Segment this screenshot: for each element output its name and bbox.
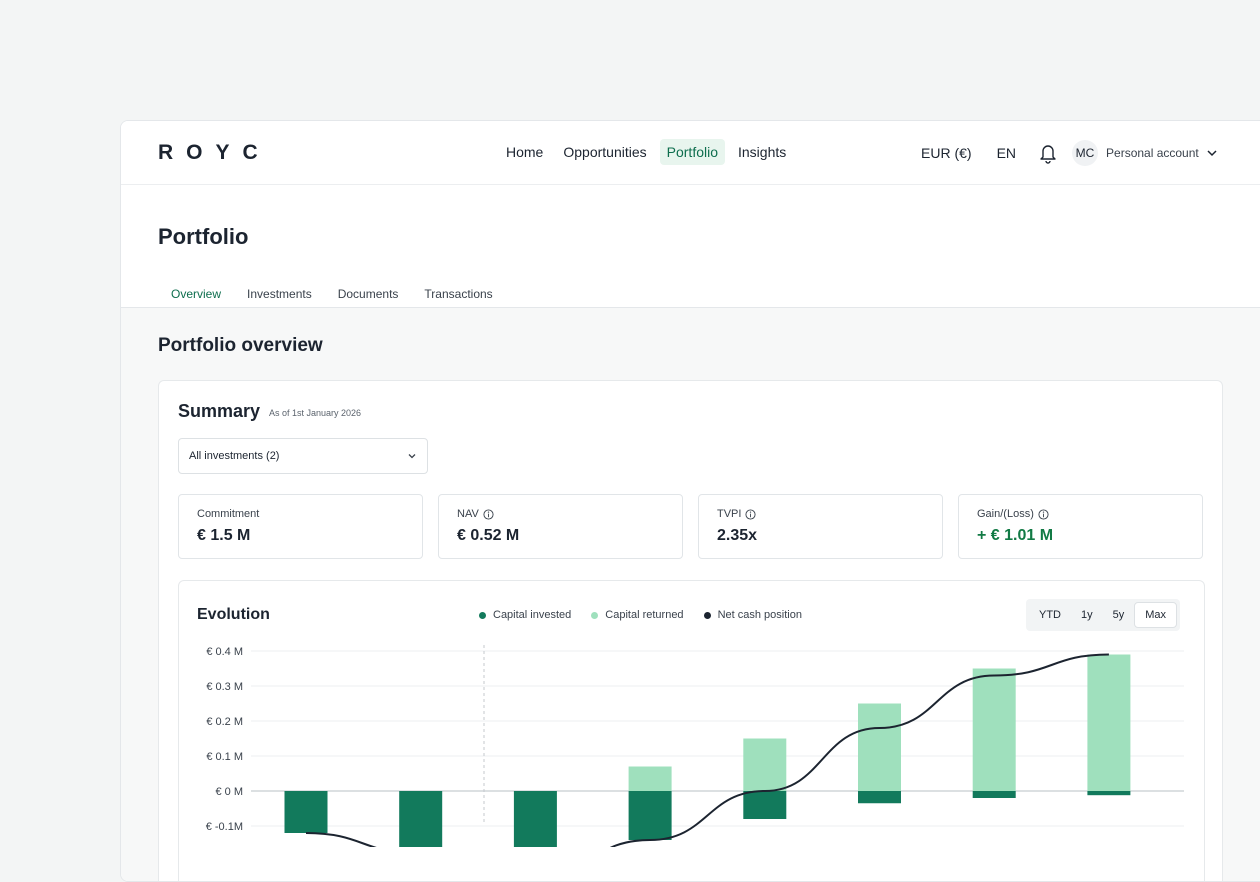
y-tick-label: € 0.4 M <box>206 646 243 658</box>
bar-capital-returned <box>743 738 787 791</box>
summary-card: Summary As of 1st January 2026 All inves… <box>158 380 1223 881</box>
filter-value: All investments (2) <box>189 450 280 462</box>
range-selector: YTD 1y 5y Max <box>1026 599 1181 631</box>
chevron-down-icon[interactable] <box>1207 148 1217 158</box>
kpi-gain-loss: Gain/(Loss) + € 1.01 M <box>958 494 1203 559</box>
evolution-title: Evolution <box>197 606 270 623</box>
bar-capital-invested <box>284 791 328 833</box>
evolution-card: Evolution Capital invested Capital retur… <box>178 580 1205 881</box>
bar-capital-invested <box>513 791 557 847</box>
bar-capital-returned <box>628 766 672 791</box>
account-menu[interactable]: Personal account <box>1106 146 1199 160</box>
kpi-label: TVPI <box>717 508 742 520</box>
chart-legend: Capital invested Capital returned Net ca… <box>479 609 802 621</box>
kpi-value: + € 1.01 M <box>977 527 1054 544</box>
info-icon[interactable] <box>745 508 756 520</box>
kpi-value: € 1.5 M <box>197 527 251 544</box>
overview-content: Portfolio overview Summary As of 1st Jan… <box>121 308 1260 881</box>
bar-capital-invested <box>628 791 672 840</box>
kpi-label: Gain/(Loss) <box>977 508 1034 520</box>
range-5y[interactable]: 5y <box>1103 603 1135 627</box>
bar-capital-invested <box>399 791 443 847</box>
nav-insights[interactable]: Insights <box>731 139 793 165</box>
bell-icon[interactable] <box>1038 142 1058 164</box>
chevron-down-icon <box>408 454 416 459</box>
logo: ROYC <box>158 141 271 164</box>
legend-capital-returned: Capital returned <box>591 609 684 621</box>
range-ytd[interactable]: YTD <box>1029 603 1071 627</box>
kpi-nav: NAV € 0.52 M <box>438 494 683 559</box>
info-icon[interactable] <box>483 508 494 520</box>
kpi-label: Commitment <box>197 508 260 520</box>
legend-label: Net cash position <box>717 609 802 621</box>
legend-net-cash-position: Net cash position <box>703 609 802 621</box>
bar-capital-invested <box>972 791 1016 798</box>
y-tick-label: € 0.3 M <box>206 681 243 693</box>
kpi-value: € 0.52 M <box>457 527 520 544</box>
legend-capital-invested: Capital invested <box>479 609 571 621</box>
kpi-value: 2.35x <box>717 527 758 544</box>
bar-capital-returned <box>858 703 901 791</box>
evolution-chart: € 0.4 M € 0.3 M € 0.2 M € 0.1 M € 0 M € -0.1M <box>206 645 1184 847</box>
legend-dot <box>479 611 486 619</box>
info-icon[interactable] <box>1038 508 1049 520</box>
app-window: ROYC Home Opportunities Portfolio Insigh… <box>120 120 1260 882</box>
nav-opportunities[interactable]: Opportunities <box>556 139 653 165</box>
kpi-label: NAV <box>457 508 479 520</box>
kpi-commitment: Commitment € 1.5 M <box>178 494 423 559</box>
header-tools: EUR (€) EN MC Personal account <box>921 140 1217 166</box>
range-max[interactable]: Max <box>1134 602 1178 628</box>
legend-dot <box>591 611 599 619</box>
y-tick-label: € 0.2 M <box>206 716 243 728</box>
section-title: Portfolio overview <box>158 335 323 356</box>
legend-label: Capital invested <box>493 609 572 621</box>
nav-home[interactable]: Home <box>499 139 550 165</box>
language-selector[interactable]: EN <box>997 145 1016 161</box>
legend-label: Capital returned <box>605 609 684 621</box>
legend-dot <box>703 611 711 619</box>
main-nav: Home Opportunities Portfolio Insights <box>499 139 793 165</box>
y-tick-label: € -0.1M <box>206 821 243 833</box>
bar-capital-returned <box>1087 654 1131 791</box>
summary-title: Summary <box>178 401 261 421</box>
bar-capital-invested <box>1087 791 1131 796</box>
top-navigation-bar: ROYC Home Opportunities Portfolio Insigh… <box>121 121 1260 185</box>
summary-date: As of 1st January 2026 <box>269 408 362 418</box>
nav-portfolio[interactable]: Portfolio <box>659 139 725 165</box>
range-1y[interactable]: 1y <box>1071 603 1103 627</box>
y-tick-label: € 0 M <box>215 786 243 798</box>
avatar[interactable]: MC <box>1072 140 1099 166</box>
bar-capital-returned <box>972 668 1016 791</box>
bar-capital-invested <box>858 791 901 804</box>
bar-capital-invested <box>743 791 787 819</box>
currency-selector[interactable]: EUR (€) <box>921 145 972 161</box>
page-title: Portfolio <box>158 224 249 249</box>
investment-filter-select[interactable]: All investments (2) <box>178 438 428 474</box>
kpi-tvpi: TVPI 2.35x <box>698 494 943 559</box>
y-tick-label: € 0.1 M <box>206 751 243 763</box>
